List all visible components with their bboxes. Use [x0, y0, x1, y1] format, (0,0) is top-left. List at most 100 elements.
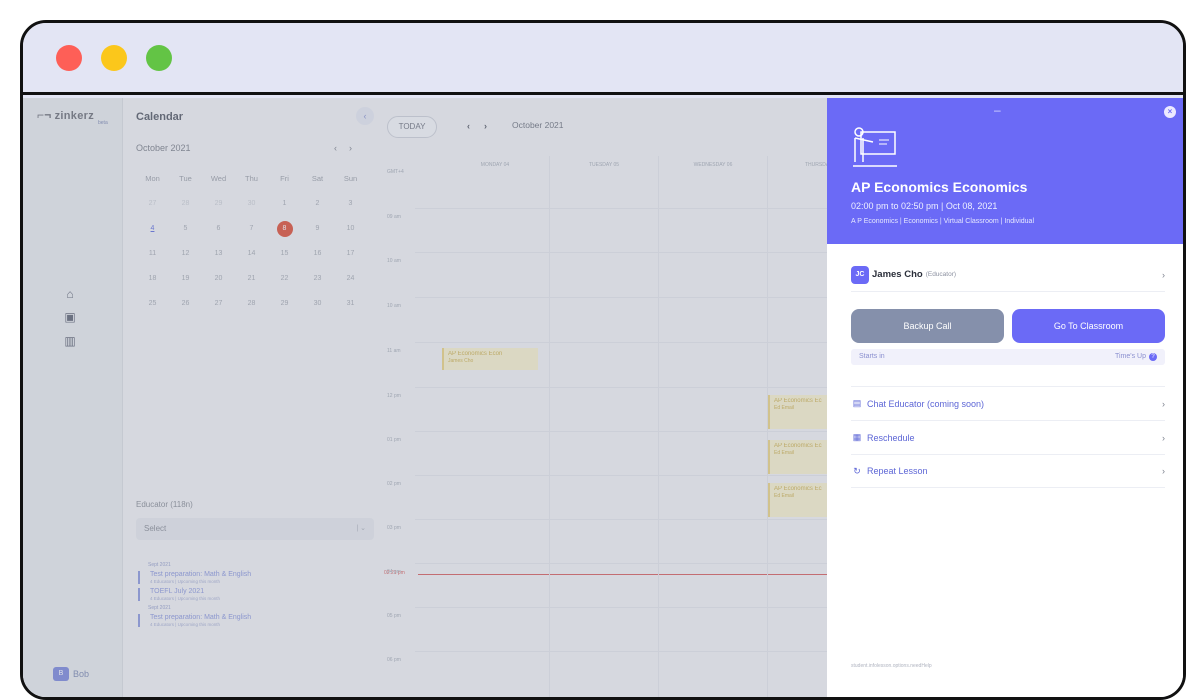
hour-gridline	[415, 519, 835, 520]
day-cell[interactable]: 14	[235, 250, 268, 257]
reschedule-row[interactable]: ▦ Reschedule ›	[851, 420, 1165, 454]
hour-gridline	[415, 563, 835, 564]
day-cell[interactable]: 30	[235, 200, 268, 207]
chevron-right-icon: ›	[1162, 466, 1165, 476]
educator-avatar: JC	[851, 265, 869, 284]
day-cell[interactable]: 17	[334, 250, 367, 257]
day-cell[interactable]: 27	[202, 300, 235, 307]
hour-gridline	[415, 651, 835, 652]
week-row: 4 5 6 7 8 9 10	[136, 216, 368, 241]
day-cell[interactable]: 2	[301, 200, 334, 207]
repeat-icon: ↻	[853, 465, 861, 476]
weekday-label: Fri	[280, 174, 289, 183]
beta-badge: beta	[98, 120, 108, 126]
help-icon[interactable]: ?	[1149, 353, 1157, 361]
day-cell[interactable]: 30	[301, 300, 334, 307]
day-cell[interactable]: 28	[169, 200, 202, 207]
day-cell[interactable]: 24	[334, 275, 367, 282]
day-cell[interactable]: 8	[268, 220, 301, 237]
calendar-event[interactable]: AP Economics Econ James Cho	[442, 348, 538, 370]
hour-gridline	[415, 297, 835, 298]
lesson-list: Sept 2021 Test preparation: Math & Englis…	[138, 558, 370, 631]
weekday-label: Sun	[343, 174, 358, 183]
minimize-window-button[interactable]	[101, 45, 127, 71]
week-row: 25 26 27 28 29 30 31	[136, 291, 368, 316]
day-cell[interactable]: 5	[169, 225, 202, 232]
week-row: 18 19 20 21 22 23 24	[136, 266, 368, 291]
help-footer: student.infolesson.options.needHelp	[851, 663, 932, 669]
day-header: TUESDAY 05	[588, 162, 620, 168]
close-window-button[interactable]	[56, 45, 82, 71]
day-cell[interactable]: 26	[169, 300, 202, 307]
day-cell[interactable]: 16	[301, 250, 334, 257]
day-cell[interactable]: 6	[202, 225, 235, 232]
title-bar	[23, 23, 1183, 95]
day-cell[interactable]: 28	[235, 300, 268, 307]
day-cell[interactable]: 13	[202, 250, 235, 257]
prev-month-icon[interactable]: ‹	[334, 143, 349, 153]
week-view: TODAY ‹› October 2021 GMT+4 02:21 pm MON…	[378, 98, 877, 697]
day-cell[interactable]: 7	[235, 225, 268, 232]
day-cell[interactable]: 1	[268, 200, 301, 207]
day-cell[interactable]: 19	[169, 275, 202, 282]
zoom-window-button[interactable]	[146, 45, 172, 71]
logo-icon: ⌐¬	[37, 108, 52, 122]
user-name: Bob	[73, 669, 90, 679]
day-cell[interactable]: 10	[334, 225, 367, 232]
next-week-icon[interactable]: ›	[484, 121, 501, 131]
go-to-classroom-button[interactable]: Go To Classroom	[1012, 309, 1165, 343]
day-cell[interactable]: 12	[169, 250, 202, 257]
day-cell[interactable]: 21	[235, 275, 268, 282]
hour-gridline	[415, 387, 835, 388]
hour-gridline	[415, 475, 835, 476]
day-cell[interactable]: 3	[334, 200, 367, 207]
day-cell[interactable]: 29	[268, 300, 301, 307]
collapse-button[interactable]: ‹	[356, 107, 374, 125]
educator-row[interactable]: JC James Cho (Educator) ›	[851, 258, 1165, 292]
action-buttons: Backup Call Go To Classroom	[851, 309, 1165, 343]
home-icon[interactable]: ⌂	[63, 287, 77, 301]
day-cell[interactable]: 9	[301, 225, 334, 232]
chat-educator-row[interactable]: ▤ Chat Educator (coming soon) ›	[851, 386, 1165, 420]
hour-gridline	[415, 252, 835, 253]
repeat-lesson-row[interactable]: ↻ Repeat Lesson ›	[851, 454, 1165, 488]
grid-icon[interactable]: ▥	[63, 334, 77, 348]
day-cell[interactable]: 15	[268, 250, 301, 257]
current-time-line	[418, 574, 838, 575]
next-month-icon[interactable]: ›	[349, 143, 364, 153]
hour-gridline	[415, 342, 835, 343]
backup-call-button[interactable]: Backup Call	[851, 309, 1004, 343]
day-cell[interactable]: 22	[268, 275, 301, 282]
prev-week-icon[interactable]: ‹	[467, 121, 484, 131]
lesson-list-item[interactable]: TOEFL July 2021 4 Educators | Upcoming th…	[138, 588, 370, 601]
chevron-right-icon: ›	[1162, 269, 1165, 280]
today-button[interactable]: TODAY	[387, 116, 437, 138]
day-cell[interactable]: 23	[301, 275, 334, 282]
starts-in-label: Starts in	[859, 353, 885, 360]
day-cell[interactable]: 31	[334, 300, 367, 307]
mini-calendar-grid: Mon Tue Wed Thu Fri Sat Sun 27 28 29 30 1 2 3 4 5 6 7 8 9 10…	[136, 166, 368, 316]
day-cell[interactable]: 27	[136, 200, 169, 207]
weekday-label: Sat	[311, 174, 324, 183]
avatar: B	[53, 667, 69, 681]
day-cell[interactable]: 18	[136, 275, 169, 282]
day-cell[interactable]: 20	[202, 275, 235, 282]
day-cell[interactable]: 25	[136, 300, 169, 307]
user-menu[interactable]: B Bob	[53, 666, 89, 682]
lesson-list-title: TOEFL July 2021	[150, 588, 205, 595]
lesson-list-item[interactable]: Test preparation: Math & English 4 Educat…	[138, 571, 370, 584]
logo[interactable]: ⌐¬ zinkerz	[37, 108, 94, 122]
day-divider	[549, 156, 550, 697]
day-cell[interactable]: 11	[136, 250, 169, 257]
educator-select[interactable]: Select | ⌄	[136, 518, 374, 540]
lesson-list-item[interactable]: Test preparation: Math & English 4 Educat…	[138, 614, 370, 627]
chevron-right-icon: ›	[1162, 398, 1165, 409]
day-cell[interactable]: 4	[136, 225, 169, 232]
minimize-icon[interactable]: –	[994, 103, 1001, 117]
day-cell[interactable]: 29	[202, 200, 235, 207]
educator-filter-label: Educator (118n)	[136, 500, 193, 509]
calendar-icon[interactable]: ▣	[63, 310, 77, 324]
close-icon[interactable]: ×	[1164, 106, 1176, 118]
week-row: 27 28 29 30 1 2 3	[136, 191, 368, 216]
week-row: 11 12 13 14 15 16 17	[136, 241, 368, 266]
